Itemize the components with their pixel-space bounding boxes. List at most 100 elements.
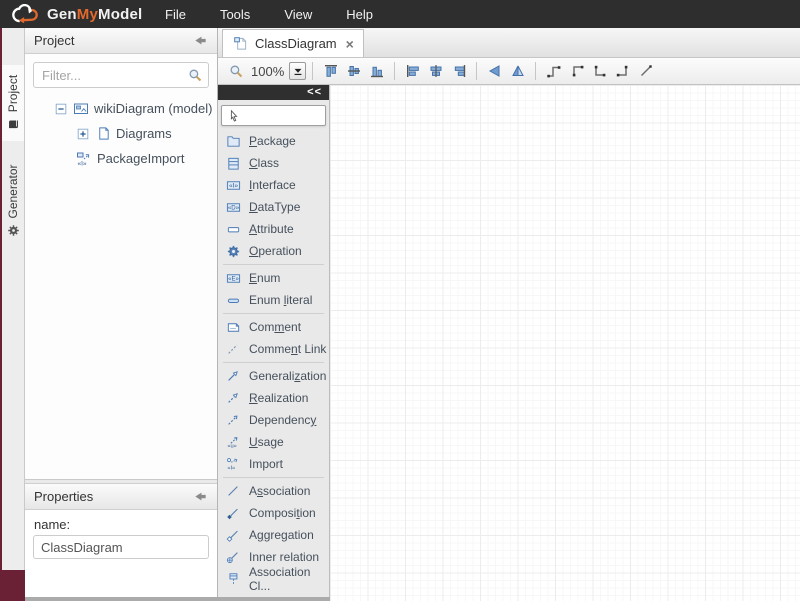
align-top-button[interactable] bbox=[319, 60, 342, 82]
svg-text:«E»: «E» bbox=[228, 275, 239, 282]
project-tree: wikiDiagram (model) Diagrams «I» PackageImp… bbox=[25, 96, 217, 171]
flip-horizontal-button[interactable] bbox=[483, 60, 506, 82]
align-middle-button[interactable] bbox=[342, 60, 365, 82]
route-corner-bl-button[interactable] bbox=[588, 60, 611, 82]
menu-tools[interactable]: Tools bbox=[203, 7, 267, 22]
palette-item-interface[interactable]: «I»Interface bbox=[218, 174, 329, 196]
project-panel-title: Project bbox=[34, 33, 74, 48]
palette-separator bbox=[223, 362, 324, 363]
route-step-button[interactable] bbox=[542, 60, 565, 82]
palette-item-label: Aggregation bbox=[249, 528, 314, 542]
route-oblique-button[interactable] bbox=[634, 60, 657, 82]
package-import-icon: «I» bbox=[76, 151, 92, 167]
close-tab-button[interactable]: × bbox=[344, 36, 354, 52]
route-corner-br-button[interactable] bbox=[611, 60, 634, 82]
name-field-label: name: bbox=[34, 517, 208, 532]
palette-item-composition[interactable]: Composition bbox=[218, 502, 329, 524]
menu-help[interactable]: Help bbox=[329, 7, 390, 22]
route-corner-bl-icon bbox=[592, 63, 608, 79]
attribute-icon bbox=[225, 221, 241, 237]
palette-item-enum[interactable]: «E»Enum bbox=[218, 267, 329, 289]
route-corner-tl-icon bbox=[569, 63, 585, 79]
gear-icon bbox=[6, 224, 20, 238]
align-top-icon bbox=[323, 63, 339, 79]
sidebar-tab-project[interactable]: Project bbox=[2, 65, 24, 141]
horizontal-scrollbar[interactable] bbox=[25, 597, 330, 601]
align-left-button[interactable] bbox=[401, 60, 424, 82]
selection-tool-button[interactable] bbox=[221, 105, 326, 126]
diagram-tab-icon bbox=[232, 36, 248, 52]
palette-item-comment[interactable]: Comment bbox=[218, 316, 329, 338]
accent-block bbox=[0, 570, 25, 601]
palette-item-association-cl[interactable]: Association Cl... bbox=[218, 568, 329, 590]
tree-item-wikidiagram-model[interactable]: wikiDiagram (model) bbox=[25, 96, 217, 121]
properties-panel-header: Properties bbox=[25, 484, 217, 510]
palette-item-attribute[interactable]: Attribute bbox=[218, 218, 329, 240]
collapse-panel-button[interactable] bbox=[192, 33, 208, 49]
palette-item-class[interactable]: Class bbox=[218, 152, 329, 174]
association-icon bbox=[225, 483, 241, 499]
align-right-icon bbox=[451, 63, 467, 79]
palette-item-aggregation[interactable]: Aggregation bbox=[218, 524, 329, 546]
palette-item-enum-literal[interactable]: Enum literal bbox=[218, 289, 329, 311]
diagram-tabbar: ClassDiagram × bbox=[218, 28, 800, 58]
toolbar-separator bbox=[476, 62, 477, 80]
palette-item-realization[interactable]: Realization bbox=[218, 387, 329, 409]
diagram-canvas[interactable] bbox=[330, 85, 800, 601]
palette-item-label: Interface bbox=[249, 178, 296, 192]
palette-item-label: Dependency bbox=[249, 413, 316, 427]
align-middle-icon bbox=[346, 63, 362, 79]
tree-item-label: Diagrams bbox=[116, 126, 172, 141]
tree-item-packageimport[interactable]: «I» PackageImport bbox=[25, 146, 217, 171]
align-right-button[interactable] bbox=[447, 60, 470, 82]
tree-item-diagrams[interactable]: Diagrams bbox=[25, 121, 217, 146]
palette: << Package Class «I»Interface«D»DataTypeAt… bbox=[218, 85, 330, 601]
sidebar-tab-label: Generator bbox=[6, 164, 20, 218]
app-logo: GenMyModel bbox=[0, 4, 148, 24]
cloud-logo-icon bbox=[10, 4, 40, 24]
palette-separator bbox=[223, 313, 324, 314]
combo-down-icon bbox=[291, 65, 304, 78]
expander-plus bbox=[76, 127, 90, 141]
menu-view[interactable]: View bbox=[267, 7, 329, 22]
toolbar-separator bbox=[535, 62, 536, 80]
route-corner-tl-button[interactable] bbox=[565, 60, 588, 82]
association-class-icon bbox=[225, 571, 241, 587]
svg-text:«I»: «I» bbox=[78, 160, 87, 167]
zoom-dropdown-button[interactable] bbox=[289, 62, 306, 80]
palette-item-import[interactable]: «I»Import bbox=[218, 453, 329, 475]
composition-icon bbox=[225, 505, 241, 521]
palette-item-label: Comment Link bbox=[249, 342, 326, 356]
toolbar-groups bbox=[306, 60, 657, 82]
palette-item-association[interactable]: Association bbox=[218, 480, 329, 502]
palette-item-datatype[interactable]: «D»DataType bbox=[218, 196, 329, 218]
palette-item-generalization[interactable]: Generalization bbox=[218, 365, 329, 387]
sidebar-tab-generator[interactable]: Generator bbox=[2, 155, 24, 247]
filter-input[interactable] bbox=[33, 62, 209, 88]
name-field[interactable] bbox=[33, 535, 209, 559]
palette-item-label: Composition bbox=[249, 506, 316, 520]
palette-item-usage[interactable]: «u»Usage bbox=[218, 431, 329, 453]
palette-items: Package Class «I»Interface«D»DataTypeAttri… bbox=[218, 130, 329, 601]
collapse-panel-button[interactable] bbox=[192, 489, 208, 505]
generalization-icon bbox=[225, 368, 241, 384]
flip-vertical-button[interactable] bbox=[506, 60, 529, 82]
inner-relation-icon bbox=[225, 549, 241, 565]
tab-classdiagram[interactable]: ClassDiagram × bbox=[222, 29, 364, 57]
palette-item-dependency[interactable]: Dependency bbox=[218, 409, 329, 431]
tree-item-label: PackageImport bbox=[97, 151, 184, 166]
palette-item-comment-link[interactable]: Comment Link bbox=[218, 338, 329, 360]
palette-item-label: Class bbox=[249, 156, 279, 170]
menu-file[interactable]: File bbox=[148, 7, 203, 22]
palette-item-package[interactable]: Package bbox=[218, 130, 329, 152]
menubar: GenMyModel FileToolsViewHelp bbox=[0, 0, 800, 28]
palette-item-label: Enum literal bbox=[249, 293, 312, 307]
palette-item-label: Association bbox=[249, 484, 310, 498]
package-icon bbox=[225, 133, 241, 149]
align-bottom-button[interactable] bbox=[365, 60, 388, 82]
align-center-button[interactable] bbox=[424, 60, 447, 82]
palette-item-operation[interactable]: Operation bbox=[218, 240, 329, 262]
palette-item-label: Usage bbox=[249, 435, 284, 449]
sidebar-tab-label: Project bbox=[6, 75, 20, 112]
collapse-palette-button[interactable]: << bbox=[307, 86, 322, 98]
